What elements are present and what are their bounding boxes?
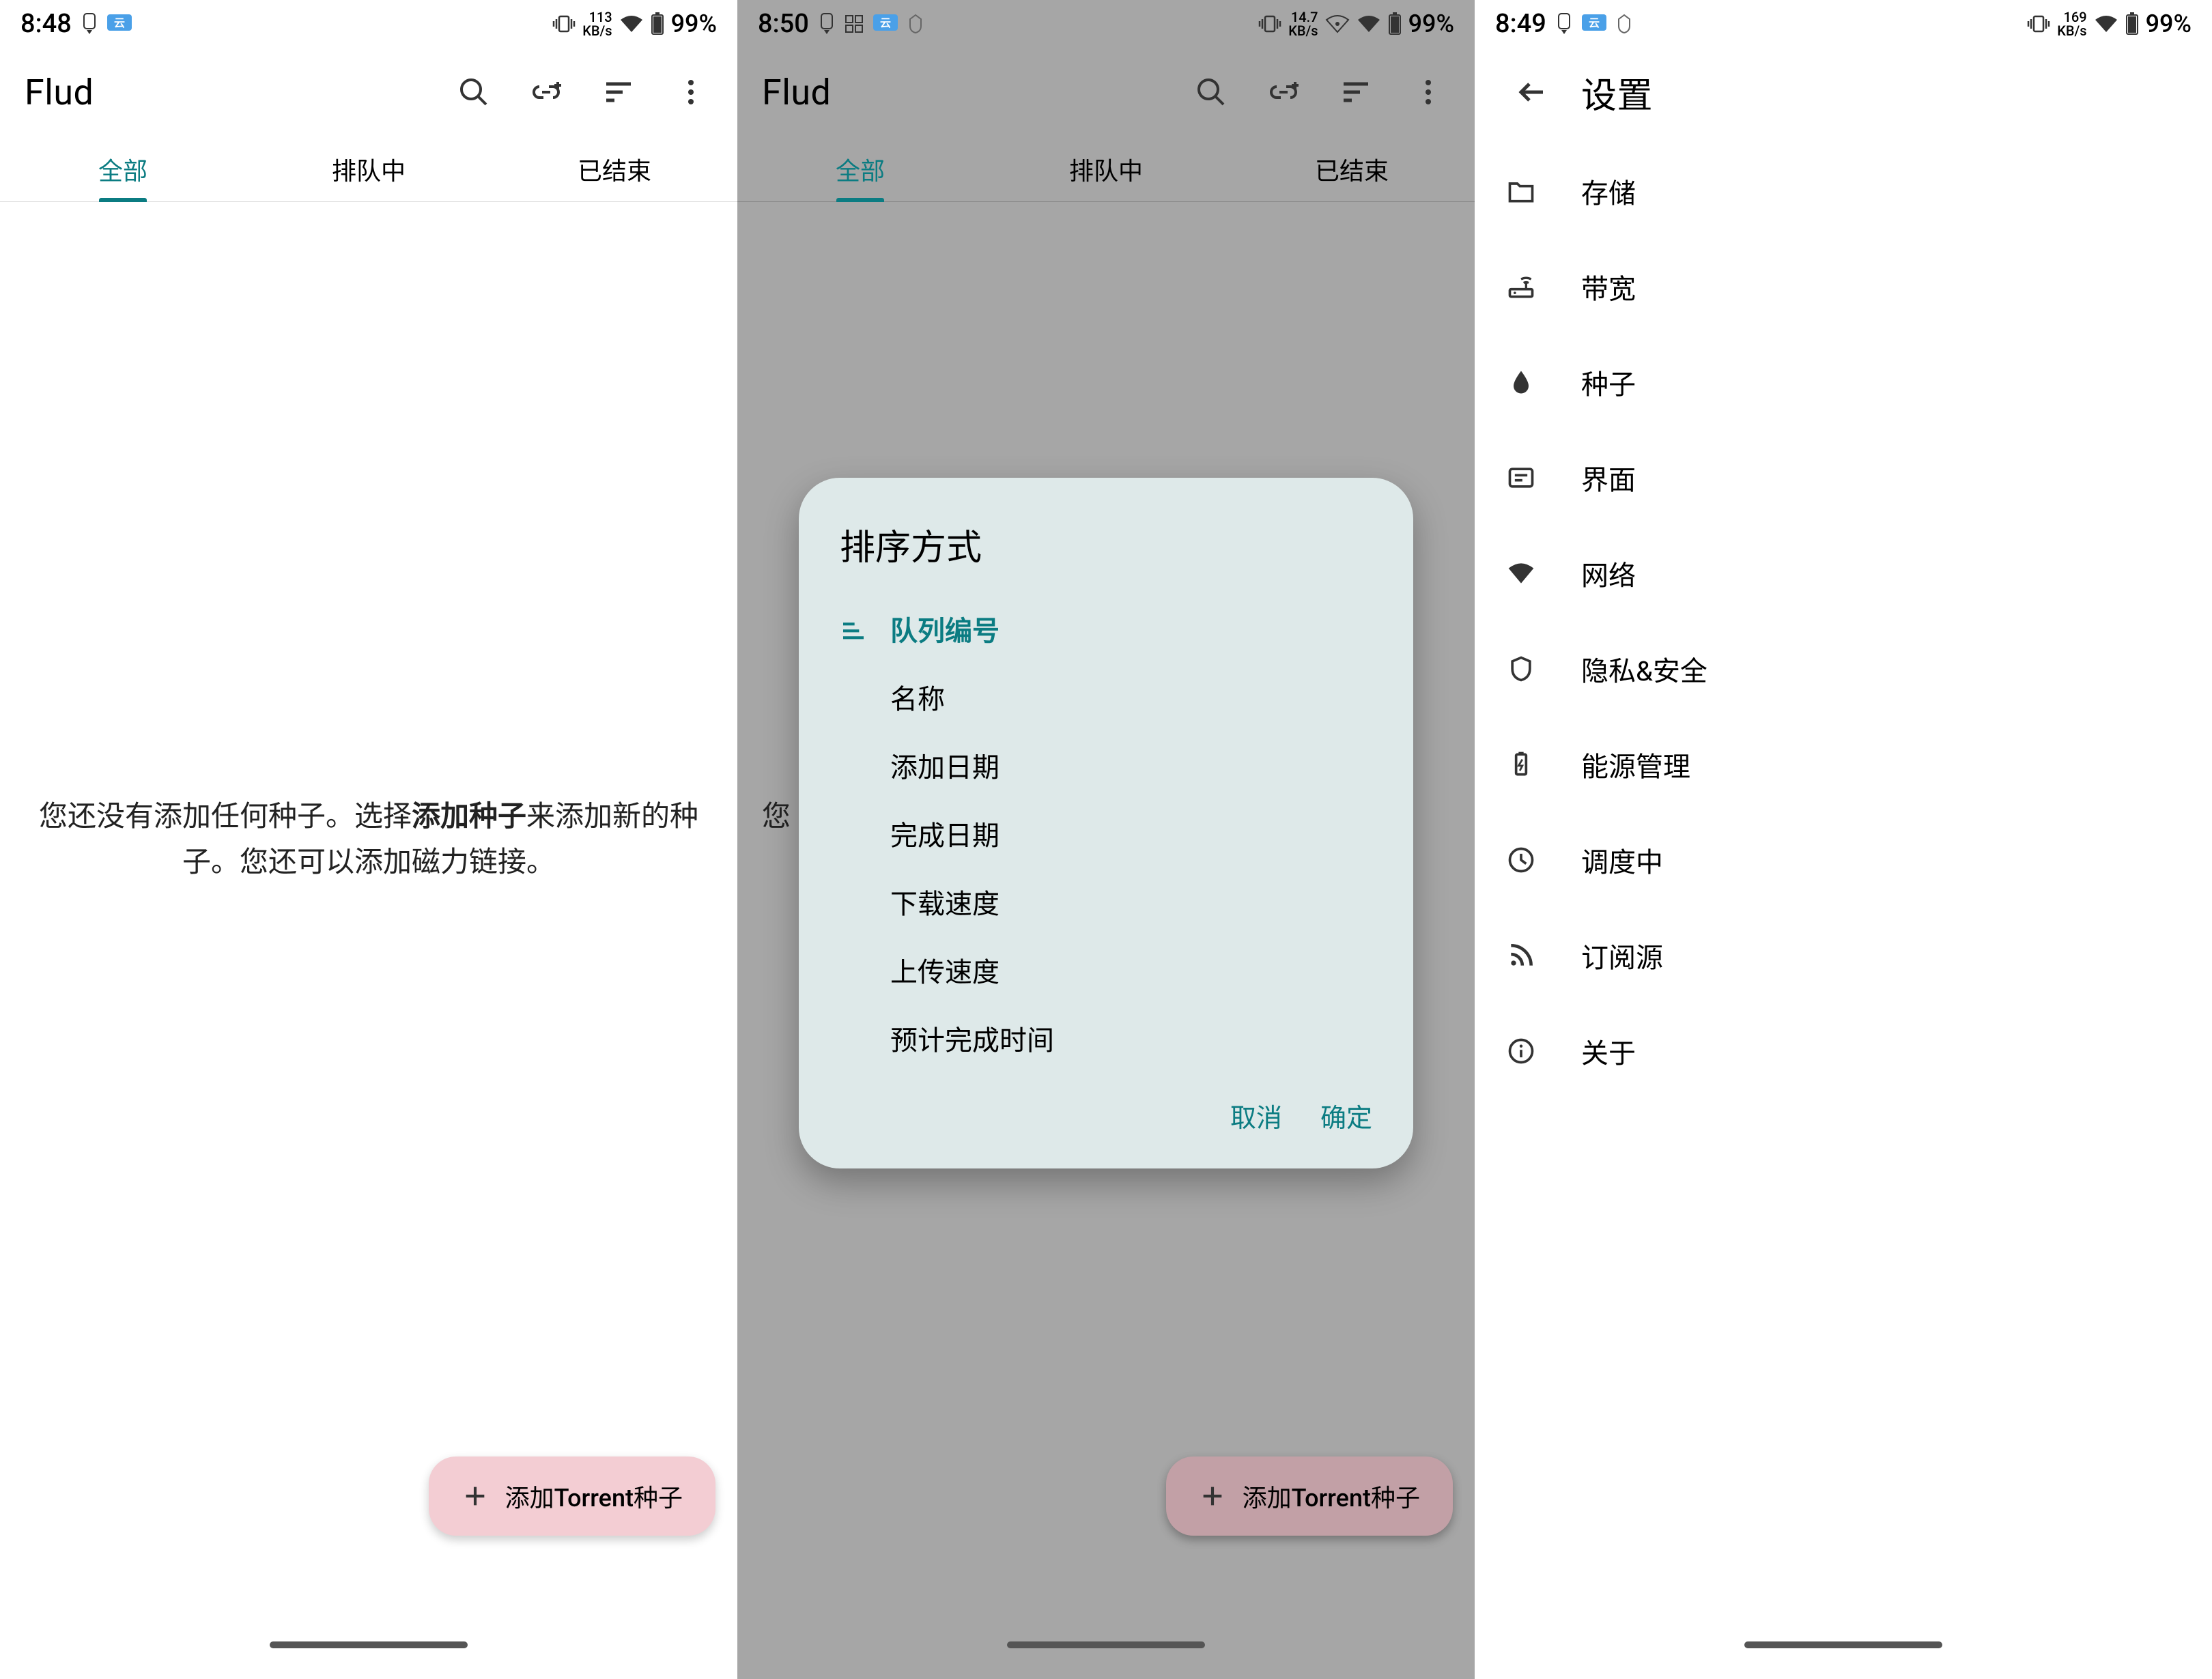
setting-network[interactable]: 网络 [1475, 526, 2212, 621]
nav-handle[interactable] [1744, 1641, 1942, 1648]
screen-main-empty: 8:48 云 113KB/s 99% Flud 全部 排队中 已结束 您还没有添… [0, 0, 737, 1679]
nav-bar [0, 1611, 737, 1679]
nav-bar [737, 1611, 1475, 1679]
setting-interface[interactable]: 界面 [1475, 430, 2212, 526]
status-icon-2: 云 [107, 14, 132, 33]
link-button[interactable] [513, 59, 579, 125]
plus-icon [462, 1482, 489, 1510]
setting-bandwidth[interactable]: 带宽 [1475, 239, 2212, 334]
setting-feeds[interactable]: 订阅源 [1475, 908, 2212, 1003]
wifi-icon [1502, 558, 1540, 588]
sort-option-eta[interactable]: 预计完成时间 [799, 1004, 1413, 1072]
sort-dialog: 排序方式 队列编号 名称 添加日期 完成日期 下载速度 上传速度 预计完成时间 … [799, 478, 1413, 1168]
folder-icon [1502, 176, 1540, 206]
app-title: Flud [25, 72, 434, 113]
add-torrent-fab[interactable]: 添加Torrent种子 [429, 1456, 715, 1536]
tab-queued[interactable]: 排队中 [246, 137, 492, 201]
svg-text:云: 云 [114, 16, 125, 29]
nav-handle[interactable] [1007, 1641, 1205, 1648]
info-icon [1502, 1036, 1540, 1066]
search-button[interactable] [441, 59, 507, 125]
settings-title: 设置 [1581, 67, 2198, 118]
clock-icon [1502, 845, 1540, 875]
wifi-icon [619, 14, 644, 33]
dialog-title: 排序方式 [799, 519, 1413, 594]
app-bar: Flud [0, 48, 737, 137]
net-speed: 169KB/s [2057, 10, 2086, 38]
vibrate-icon [552, 14, 576, 34]
router-icon [1502, 272, 1540, 302]
shield-icon [1502, 654, 1540, 684]
tab-finished[interactable]: 已结束 [492, 137, 737, 201]
net-speed: 113KB/s [582, 10, 612, 38]
rss-icon [1502, 941, 1540, 971]
sort-asc-icon [840, 615, 870, 642]
back-button[interactable] [1499, 59, 1565, 125]
sort-option-date-added[interactable]: 添加日期 [799, 731, 1413, 799]
status-bar: 8:49 云 169KB/s 99% [1475, 0, 2212, 48]
status-bar: 8:48 云 113KB/s 99% [0, 0, 737, 48]
battery-pct: 99% [2146, 10, 2192, 38]
sort-option-name[interactable]: 名称 [799, 663, 1413, 731]
status-clock: 8:49 [1495, 9, 1546, 39]
setting-privacy[interactable]: 隐私&安全 [1475, 621, 2212, 717]
status-icon-1 [1556, 12, 1572, 35]
message-icon [1502, 463, 1540, 493]
battery-icon [1502, 749, 1540, 779]
tabs: 全部 排队中 已结束 [0, 137, 737, 202]
empty-state: 您还没有添加任何种子。选择添加种子来添加新的种子。您还可以添加磁力链接。 [37, 794, 700, 885]
drop-icon [1502, 367, 1540, 397]
fab-label: 添加Torrent种子 [505, 1478, 683, 1514]
setting-storage[interactable]: 存储 [1475, 143, 2212, 239]
status-icon-2: 云 [1582, 14, 1606, 33]
setting-scheduling[interactable]: 调度中 [1475, 812, 2212, 908]
ok-button[interactable]: 确定 [1320, 1097, 1372, 1134]
settings-list: 存储 带宽 种子 界面 网络 隐私&安全 能源管理 调度中 [1475, 137, 2212, 1099]
sort-option-queue-number[interactable]: 队列编号 [799, 594, 1413, 663]
settings-app-bar: 设置 [1475, 48, 2212, 137]
overflow-button[interactable] [658, 59, 724, 125]
status-icon-1 [81, 12, 98, 35]
status-icon-3 [1616, 14, 1632, 34]
sort-option-upload-speed[interactable]: 上传速度 [799, 936, 1413, 1004]
battery-pct: 99% [671, 10, 717, 38]
setting-power[interactable]: 能源管理 [1475, 717, 2212, 812]
setting-torrent[interactable]: 种子 [1475, 334, 2212, 430]
battery-icon [2125, 12, 2139, 35]
screen-settings: 8:49 云 169KB/s 99% 设置 存储 带宽 种子 [1475, 0, 2212, 1679]
vibrate-icon [2027, 14, 2050, 34]
tab-all[interactable]: 全部 [0, 137, 246, 201]
status-clock: 8:48 [20, 9, 72, 39]
svg-text:云: 云 [1589, 16, 1600, 29]
sort-button[interactable] [586, 59, 651, 125]
battery-icon [651, 12, 664, 35]
wifi-icon [2094, 14, 2118, 33]
nav-handle[interactable] [270, 1641, 468, 1648]
sort-option-date-finished[interactable]: 完成日期 [799, 799, 1413, 867]
nav-bar [1475, 1611, 2212, 1679]
cancel-button[interactable]: 取消 [1230, 1097, 1282, 1134]
screen-sort-dialog: 8:50 云 14.7KB/s 99% Flud 全部 排队中 已结束 您还没有… [737, 0, 1475, 1679]
setting-about[interactable]: 关于 [1475, 1003, 2212, 1099]
sort-option-download-speed[interactable]: 下载速度 [799, 867, 1413, 936]
